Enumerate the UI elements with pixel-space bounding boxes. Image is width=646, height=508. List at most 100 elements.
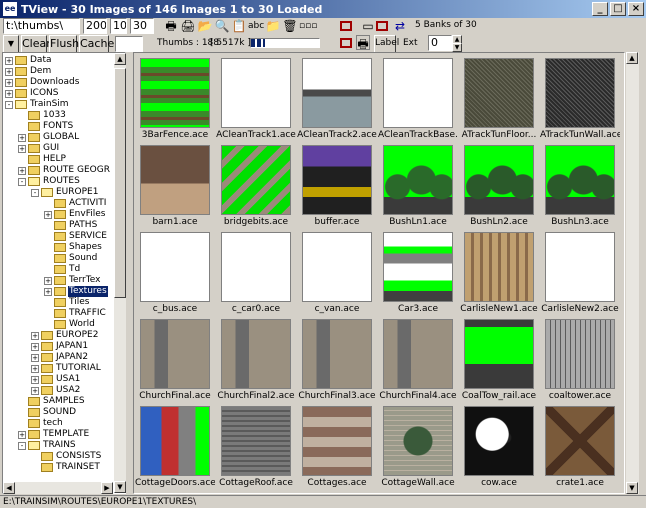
tree-item[interactable]: + ICONS	[5, 88, 59, 99]
thumbnail-image[interactable]	[383, 319, 453, 389]
grid-scroll-up-icon[interactable]: ▲	[626, 52, 638, 64]
thumbnail-image[interactable]	[545, 145, 615, 215]
tree-item[interactable]: + ROUTE GEOGR	[18, 165, 111, 176]
expand-icon[interactable]: +	[31, 386, 39, 395]
expand-icon[interactable]: +	[18, 166, 26, 175]
thumbnail-image[interactable]	[302, 319, 372, 389]
tree-scrollbar[interactable]: ▲ ▼	[114, 53, 126, 493]
expand-icon[interactable]: +	[44, 287, 52, 296]
grid-scroll-down-icon[interactable]: ▼	[626, 482, 638, 494]
close-button[interactable]: ×	[628, 2, 644, 16]
folder-icon[interactable]: 📁	[265, 18, 281, 34]
print-icon[interactable]: 🖶	[163, 18, 179, 34]
tree-item[interactable]: + GUI	[18, 143, 60, 154]
tree-item[interactable]: + GLOBAL	[18, 132, 80, 143]
scroll-thumb[interactable]	[114, 68, 126, 298]
thumbnail-image[interactable]	[140, 145, 210, 215]
minimize-button[interactable]: _	[592, 2, 608, 16]
tree-item[interactable]: PATHS	[44, 220, 98, 231]
clear-button[interactable]: Clear	[21, 35, 51, 53]
thumbnail-image[interactable]	[383, 232, 453, 302]
tree-item[interactable]: + TEMPLATE	[18, 429, 90, 440]
print-preview-icon[interactable]: 🖨	[180, 18, 196, 34]
collapse-icon[interactable]: -	[5, 100, 13, 109]
tree-item[interactable]: + Downloads	[5, 77, 80, 88]
thumbnail-image[interactable]	[140, 58, 210, 128]
expand-icon[interactable]: +	[44, 276, 52, 285]
tree-item[interactable]: - TrainSim	[5, 99, 70, 110]
dots-icon[interactable]: ▫▫▫	[299, 18, 317, 34]
expand-icon[interactable]: +	[44, 210, 52, 219]
expand-icon[interactable]: +	[5, 89, 13, 98]
thumbnail-image[interactable]	[464, 58, 534, 128]
thumbnail-image[interactable]	[221, 406, 291, 476]
spin-down-icon[interactable]: ▼	[452, 43, 462, 52]
tree-item[interactable]: - EUROPE1	[31, 187, 99, 198]
tree-item[interactable]: 1033	[18, 110, 67, 121]
thumbnail-image[interactable]	[302, 145, 372, 215]
folder-tree[interactable]: + Data + Dem + Downloads + ICONS - TrainSim 1033 FO…	[2, 52, 126, 494]
tree-item[interactable]: + Data	[5, 55, 53, 66]
thumbnail-image[interactable]	[221, 319, 291, 389]
tree-item[interactable]: tech	[18, 418, 64, 429]
expand-icon[interactable]: +	[18, 144, 26, 153]
thumbnail-grid[interactable]: 3BarFence.ace ACleanTrack1.ace ACleanTrack…	[133, 52, 625, 494]
expand-icon[interactable]: +	[5, 78, 13, 87]
tree-item[interactable]: ACTIVITI	[44, 198, 107, 209]
thumbnail-image[interactable]	[464, 145, 534, 215]
expand-icon[interactable]: +	[18, 430, 26, 439]
thumbnail-image[interactable]	[464, 406, 534, 476]
collapse-icon[interactable]: -	[31, 188, 39, 197]
trash-icon[interactable]: 🗑	[282, 18, 298, 34]
scroll-up-icon[interactable]: ▲	[114, 53, 126, 65]
cache-input[interactable]	[115, 36, 143, 52]
tree-item[interactable]: + TUTORIAL	[31, 363, 102, 374]
path-input[interactable]: t:\thumbs\	[3, 18, 80, 34]
tree-item[interactable]: + USA1	[31, 374, 81, 385]
tree-item[interactable]: HELP	[18, 154, 67, 165]
thumbnail-image[interactable]	[302, 232, 372, 302]
grid-scrollbar[interactable]: ▲ ▼	[626, 52, 639, 494]
thumbnail-image[interactable]	[383, 145, 453, 215]
tree-item[interactable]: - TRAINS	[18, 440, 77, 451]
collapse-icon[interactable]: -	[18, 441, 26, 450]
thumbnail-image[interactable]	[140, 232, 210, 302]
expand-icon[interactable]: +	[31, 364, 39, 373]
expand-icon[interactable]: +	[31, 342, 39, 351]
expand-icon[interactable]: +	[31, 375, 39, 384]
tree-item[interactable]: Tiles	[44, 297, 90, 308]
tree-item[interactable]: SOUND	[18, 407, 77, 418]
cache-button[interactable]: Cache	[79, 35, 114, 53]
thumbnail-image[interactable]	[464, 232, 534, 302]
tree-item[interactable]: - ROUTES	[18, 176, 81, 187]
scroll-left-icon[interactable]: ◀	[3, 482, 15, 494]
thumbnail-image[interactable]	[221, 232, 291, 302]
depth-input[interactable]: 30	[130, 18, 154, 34]
thumbnail-image[interactable]	[302, 406, 372, 476]
height-input[interactable]: 100	[110, 18, 127, 34]
tree-item[interactable]: + JAPAN1	[31, 341, 89, 352]
tree-item[interactable]: + TerrTex	[44, 275, 101, 286]
frame-small-icon[interactable]	[340, 38, 352, 48]
scroll-down-icon[interactable]: ▼	[114, 481, 126, 493]
tree-item[interactable]: CONSISTS	[31, 451, 102, 462]
tree-item[interactable]: SERVICE	[44, 231, 108, 242]
tree-item[interactable]: + Textures	[44, 286, 108, 297]
expand-icon[interactable]: +	[18, 133, 26, 142]
clipboard-icon[interactable]: 📋	[231, 18, 247, 34]
flush-button[interactable]: Flush	[49, 35, 79, 53]
spell-check-icon[interactable]: abc	[248, 18, 264, 34]
thumbnail-image[interactable]	[383, 406, 453, 476]
width-input[interactable]: 200	[83, 18, 107, 34]
tree-hscrollbar[interactable]: ◀ ▶	[3, 482, 113, 494]
tree-item[interactable]: Sound	[44, 253, 98, 264]
thumbnail-image[interactable]	[545, 406, 615, 476]
collapse-icon[interactable]: -	[18, 177, 26, 186]
thumbnail-image[interactable]	[545, 319, 615, 389]
tree-item[interactable]: World	[44, 319, 96, 330]
open-folder-icon[interactable]: 📂	[197, 18, 213, 34]
thumbnail-image[interactable]	[302, 58, 372, 128]
thumbnail-image[interactable]	[140, 319, 210, 389]
expand-icon[interactable]: +	[31, 331, 39, 340]
tree-item[interactable]: FONTS	[18, 121, 74, 132]
